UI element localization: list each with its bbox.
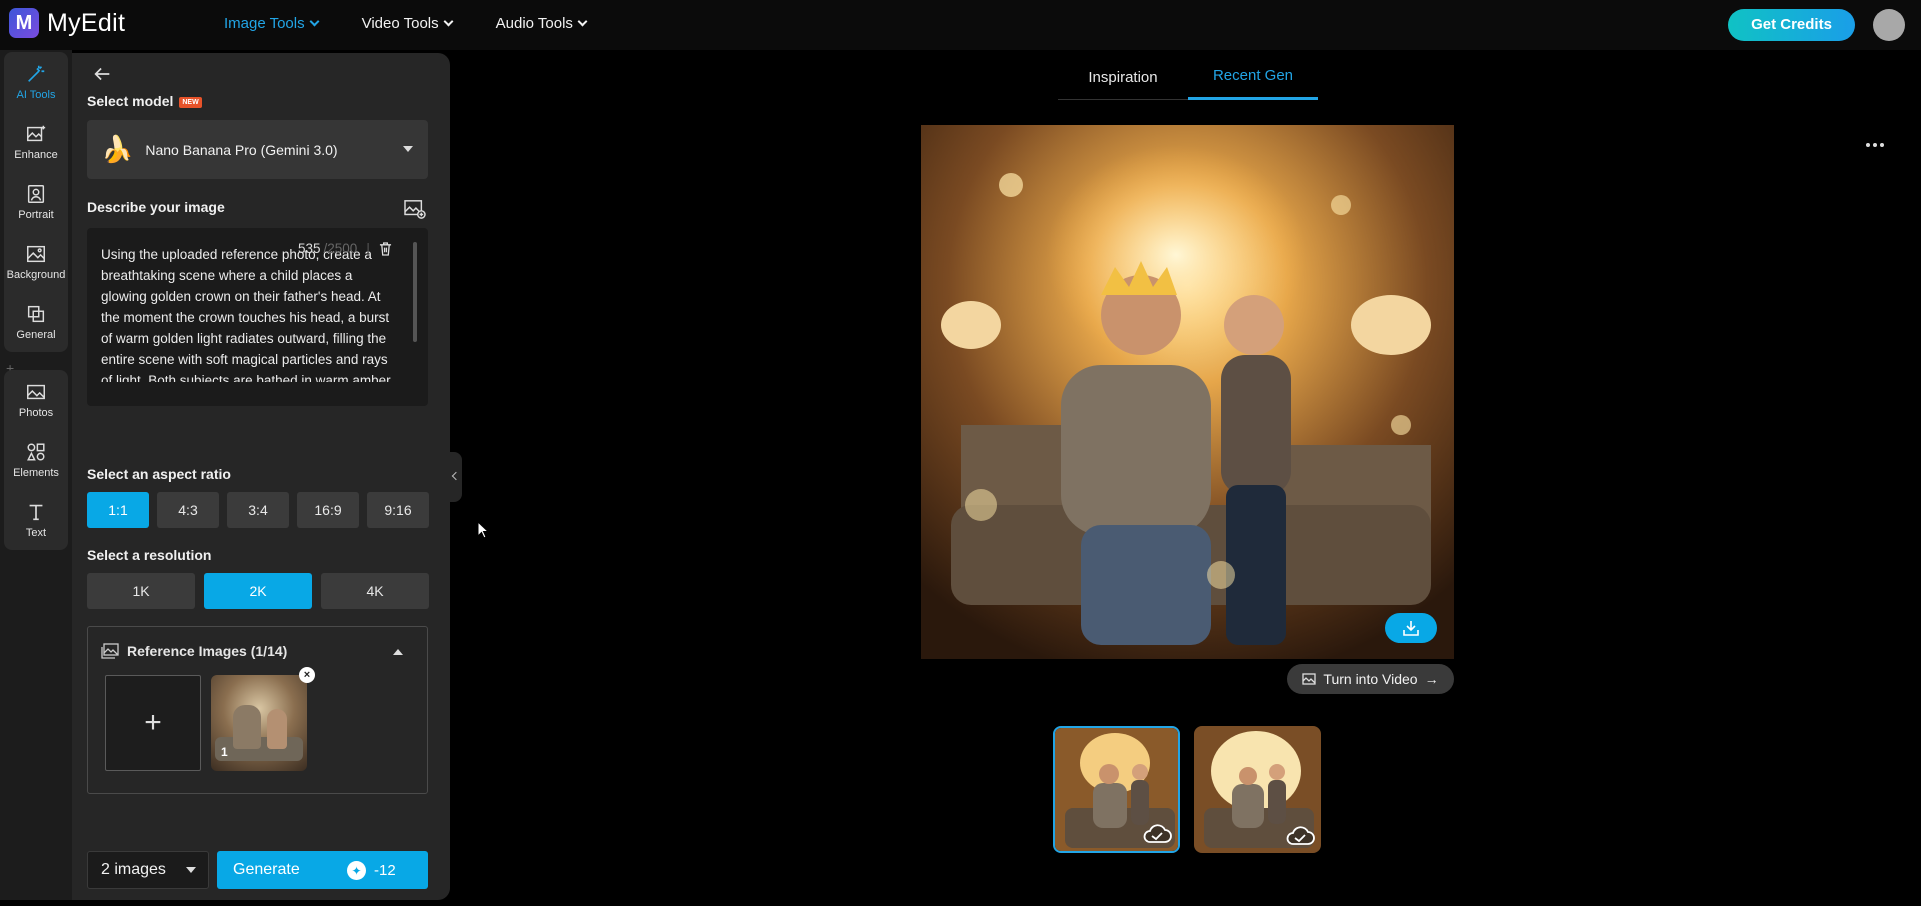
generate-cost: ✦ -12 <box>347 861 396 880</box>
cloud-saved-icon <box>1143 824 1172 843</box>
rail-item-photos[interactable]: Photos <box>4 370 68 430</box>
aspect-ratio-16-9[interactable]: 16:9 <box>297 492 359 528</box>
rail-item-enhance[interactable]: Enhance <box>4 112 68 172</box>
describe-image-label: Describe your image <box>87 199 225 215</box>
enhance-icon <box>27 125 46 142</box>
main-nav: Image Tools Video Tools Audio Tools <box>224 15 588 32</box>
generated-image <box>921 125 1454 659</box>
character-counter: 535/2500 | <box>298 241 392 256</box>
result-thumbnail-2[interactable] <box>1194 726 1321 853</box>
tab-recent-gen[interactable]: Recent Gen <box>1188 54 1318 100</box>
banana-icon: 🍌 <box>101 134 134 164</box>
aspect-ratio-group: 1:1 4:3 3:4 16:9 9:16 <box>87 492 429 528</box>
aspect-ratio-4-3[interactable]: 4:3 <box>157 492 219 528</box>
tab-inspiration[interactable]: Inspiration <box>1058 54 1188 100</box>
app-logo[interactable]: M MyEdit <box>9 8 125 38</box>
nav-image-tools[interactable]: Image Tools <box>224 15 320 32</box>
caret-down-icon <box>186 867 196 873</box>
collapse-panel-button[interactable] <box>448 452 462 502</box>
chevron-down-icon <box>309 16 320 27</box>
rail-item-portrait[interactable]: Portrait <box>4 172 68 232</box>
turn-into-video-button[interactable]: Turn into Video → <box>1287 664 1454 694</box>
generate-button[interactable]: Generate ✦ -12 <box>217 851 428 889</box>
avatar[interactable] <box>1873 9 1905 41</box>
prompt-scrollbar[interactable] <box>413 242 417 342</box>
aspect-ratio-label: Select an aspect ratio <box>87 466 231 482</box>
credit-coin-icon: ✦ <box>347 861 366 880</box>
ai-image-panel: Select model NEW 🍌 Nano Banana Pro (Gemin… <box>72 53 450 900</box>
rail-group-assets: Photos Elements Text <box>4 370 68 550</box>
aspect-ratio-1-1[interactable]: 1:1 <box>87 492 149 528</box>
nav-video-tools[interactable]: Video Tools <box>362 15 454 32</box>
elements-icon <box>27 443 45 461</box>
reference-image-number: 1 <box>221 745 228 759</box>
rail-group-tools: AI Tools Enhance Portrait Background Gen… <box>4 52 68 352</box>
download-button[interactable] <box>1385 613 1437 643</box>
arrow-right-icon: → <box>1424 671 1439 687</box>
logo-mark-icon: M <box>9 8 39 38</box>
general-icon <box>27 305 45 323</box>
background-icon <box>27 245 45 263</box>
chevron-left-icon <box>451 471 461 481</box>
model-name: Nano Banana Pro (Gemini 3.0) <box>145 141 338 158</box>
rail-item-background[interactable]: Background <box>4 232 68 292</box>
image-count-select[interactable]: 2 images <box>87 851 209 889</box>
resolution-1k[interactable]: 1K <box>87 573 195 609</box>
rail-item-text[interactable]: Text <box>4 490 68 550</box>
logo-text: MyEdit <box>47 8 126 37</box>
resolution-4k[interactable]: 4K <box>321 573 429 609</box>
get-credits-button[interactable]: Get Credits <box>1728 9 1855 41</box>
generated-image-art <box>921 125 1454 659</box>
aspect-ratio-3-4[interactable]: 3:4 <box>227 492 289 528</box>
resolution-2k[interactable]: 2K <box>204 573 312 609</box>
remove-reference-button[interactable]: × <box>299 667 315 683</box>
rail-item-general[interactable]: General <box>4 292 68 352</box>
portrait-icon <box>27 185 45 203</box>
chevron-down-icon <box>577 16 588 27</box>
resolution-group: 1K 2K 4K <box>87 573 429 609</box>
aspect-ratio-9-16[interactable]: 9:16 <box>367 492 429 528</box>
resolution-label: Select a resolution <box>87 547 212 563</box>
caret-down-icon <box>403 146 413 152</box>
download-icon <box>1403 621 1419 636</box>
reference-image-thumbnail[interactable]: 1 <box>211 675 307 771</box>
prompt-text: Using the uploaded reference photo, crea… <box>101 247 391 382</box>
cloud-saved-icon <box>1286 826 1315 845</box>
reference-images-section: Reference Images (1/14) + 1 × <box>87 626 428 794</box>
magic-wand-icon <box>28 65 45 82</box>
top-bar: M MyEdit Image Tools Video Tools Audio T… <box>0 0 1921 50</box>
chevron-down-icon <box>443 16 454 27</box>
trash-icon[interactable] <box>379 241 392 256</box>
select-model-label: Select model NEW <box>87 93 202 109</box>
add-reference-button[interactable]: + <box>105 675 201 771</box>
collapse-caret-icon[interactable] <box>393 649 403 655</box>
nav-audio-tools[interactable]: Audio Tools <box>496 15 588 32</box>
result-thumbnail-1[interactable] <box>1053 726 1180 853</box>
text-icon <box>29 504 43 521</box>
image-upload-icon[interactable] <box>404 199 426 219</box>
reference-images-header[interactable]: Reference Images (1/14) <box>101 643 287 659</box>
rail-item-elements[interactable]: Elements <box>4 430 68 490</box>
photos-icon <box>27 384 45 400</box>
mouse-cursor-icon <box>477 521 489 539</box>
images-icon <box>101 643 119 659</box>
new-badge: NEW <box>179 96 202 108</box>
model-select[interactable]: 🍌 Nano Banana Pro (Gemini 3.0) <box>87 120 428 179</box>
tool-rail: AI Tools Enhance Portrait Background Gen… <box>0 50 72 900</box>
back-arrow-icon[interactable] <box>91 63 113 85</box>
rail-item-ai-tools[interactable]: AI Tools <box>4 52 68 112</box>
more-options-icon[interactable] <box>1866 143 1884 147</box>
video-icon <box>1302 673 1317 685</box>
gallery-tabs: Inspiration Recent Gen <box>1058 54 1318 100</box>
